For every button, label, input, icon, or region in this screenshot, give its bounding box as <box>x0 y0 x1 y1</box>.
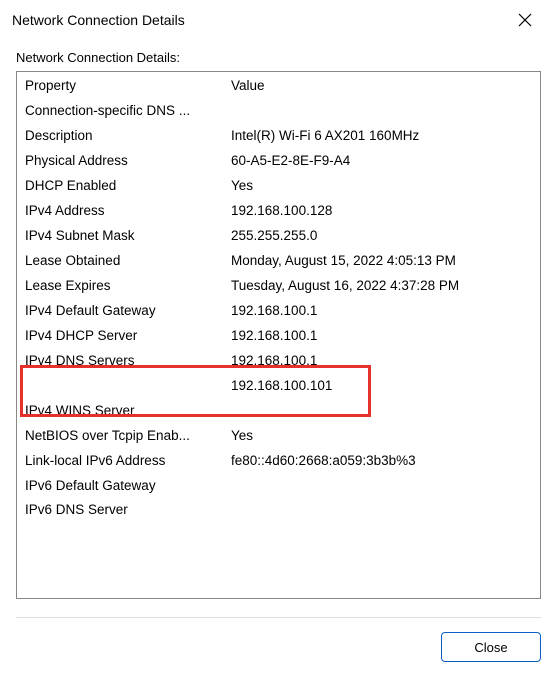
column-header-property: Property <box>17 74 227 99</box>
value-cell: Intel(R) Wi-Fi 6 AX201 160MHz <box>227 124 540 149</box>
property-cell: DHCP Enabled <box>17 174 227 199</box>
table-row[interactable]: NetBIOS over Tcpip Enab...Yes <box>17 424 540 449</box>
table-row[interactable]: Connection-specific DNS ... <box>17 99 540 124</box>
property-cell: IPv6 Default Gateway <box>17 474 227 499</box>
property-cell: IPv4 DHCP Server <box>17 324 227 349</box>
value-cell: 192.168.100.128 <box>227 199 540 224</box>
close-icon[interactable] <box>505 0 545 40</box>
value-cell <box>227 498 540 523</box>
value-cell: 192.168.100.1 <box>227 324 540 349</box>
table-row[interactable]: IPv4 WINS Server <box>17 399 540 424</box>
value-cell: Yes <box>227 424 540 449</box>
property-cell <box>17 374 227 399</box>
table-row[interactable]: IPv6 Default Gateway <box>17 474 540 499</box>
value-cell: 255.255.255.0 <box>227 224 540 249</box>
value-cell: 192.168.100.1 <box>227 299 540 324</box>
details-grid: PropertyValueConnection-specific DNS ...… <box>16 71 541 599</box>
table-row[interactable]: 192.168.100.101 <box>17 374 540 399</box>
table-row[interactable]: Link-local IPv6 Addressfe80::4d60:2668:a… <box>17 449 540 474</box>
table-row[interactable]: DHCP EnabledYes <box>17 174 540 199</box>
property-cell: Link-local IPv6 Address <box>17 449 227 474</box>
section-label: Network Connection Details: <box>16 50 541 65</box>
titlebar: Network Connection Details <box>0 0 557 40</box>
table-row[interactable]: IPv4 DHCP Server192.168.100.1 <box>17 324 540 349</box>
property-cell: Lease Obtained <box>17 249 227 274</box>
table-row[interactable]: IPv4 Address192.168.100.128 <box>17 199 540 224</box>
property-cell: Description <box>17 124 227 149</box>
table-row[interactable]: Lease ExpiresTuesday, August 16, 2022 4:… <box>17 274 540 299</box>
value-cell: Monday, August 15, 2022 4:05:13 PM <box>227 249 540 274</box>
value-cell: 192.168.100.101 <box>227 374 540 399</box>
property-cell: IPv4 WINS Server <box>17 399 227 424</box>
x-icon <box>518 13 532 27</box>
table-row[interactable]: Lease ObtainedMonday, August 15, 2022 4:… <box>17 249 540 274</box>
property-cell: Lease Expires <box>17 274 227 299</box>
value-cell <box>227 99 540 124</box>
table-row[interactable]: DescriptionIntel(R) Wi-Fi 6 AX201 160MHz <box>17 124 540 149</box>
property-cell: Connection-specific DNS ... <box>17 99 227 124</box>
header-row: PropertyValue <box>17 74 540 99</box>
close-button-label: Close <box>474 640 507 655</box>
value-cell: 60-A5-E2-8E-F9-A4 <box>227 149 540 174</box>
column-header-value: Value <box>227 74 540 99</box>
property-cell: NetBIOS over Tcpip Enab... <box>17 424 227 449</box>
content-area: Network Connection Details: PropertyValu… <box>0 40 557 613</box>
value-cell: fe80::4d60:2668:a059:3b3b%3 <box>227 449 540 474</box>
property-cell: IPv4 Default Gateway <box>17 299 227 324</box>
button-bar: Close <box>0 618 557 676</box>
value-cell: Tuesday, August 16, 2022 4:37:28 PM <box>227 274 540 299</box>
property-cell: IPv4 Subnet Mask <box>17 224 227 249</box>
network-connection-details-dialog: Network Connection Details Network Conne… <box>0 0 557 676</box>
property-cell: Physical Address <box>17 149 227 174</box>
table-row[interactable]: IPv4 DNS Servers192.168.100.1 <box>17 349 540 374</box>
property-cell: IPv4 DNS Servers <box>17 349 227 374</box>
table-row[interactable]: IPv6 DNS Server <box>17 498 540 523</box>
table-row[interactable]: Physical Address60-A5-E2-8E-F9-A4 <box>17 149 540 174</box>
value-cell <box>227 399 540 424</box>
property-cell: IPv6 DNS Server <box>17 498 227 523</box>
table-row[interactable]: IPv4 Default Gateway192.168.100.1 <box>17 299 540 324</box>
table-row[interactable]: IPv4 Subnet Mask255.255.255.0 <box>17 224 540 249</box>
property-cell: IPv4 Address <box>17 199 227 224</box>
value-cell <box>227 474 540 499</box>
value-cell: Yes <box>227 174 540 199</box>
value-cell: 192.168.100.1 <box>227 349 540 374</box>
window-title: Network Connection Details <box>12 12 505 28</box>
close-button[interactable]: Close <box>441 632 541 662</box>
